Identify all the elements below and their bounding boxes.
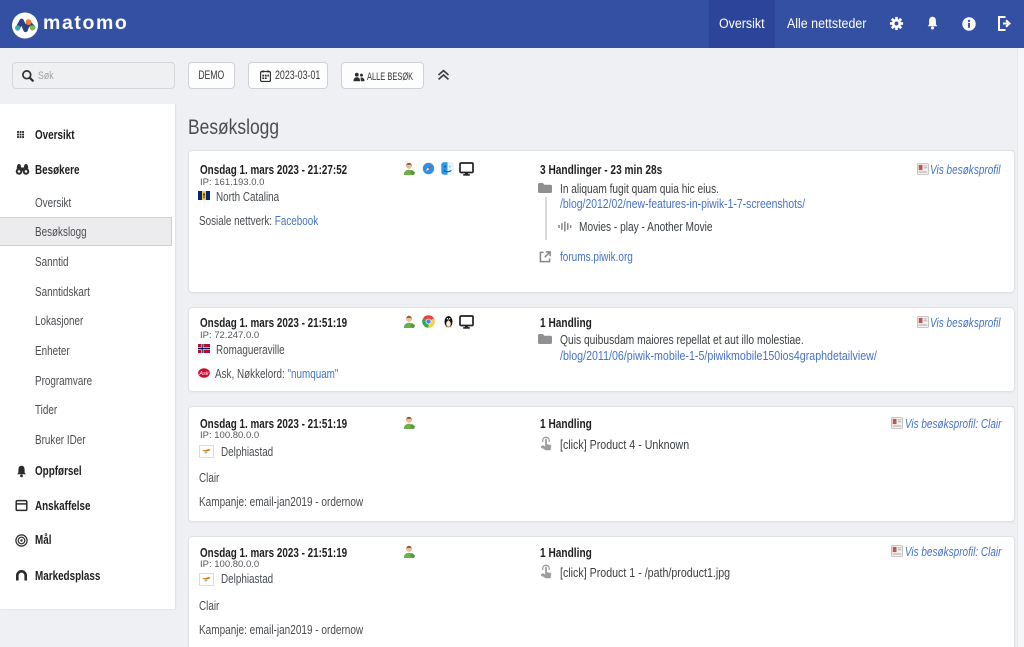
svg-text:Ask: Ask — [198, 371, 208, 377]
